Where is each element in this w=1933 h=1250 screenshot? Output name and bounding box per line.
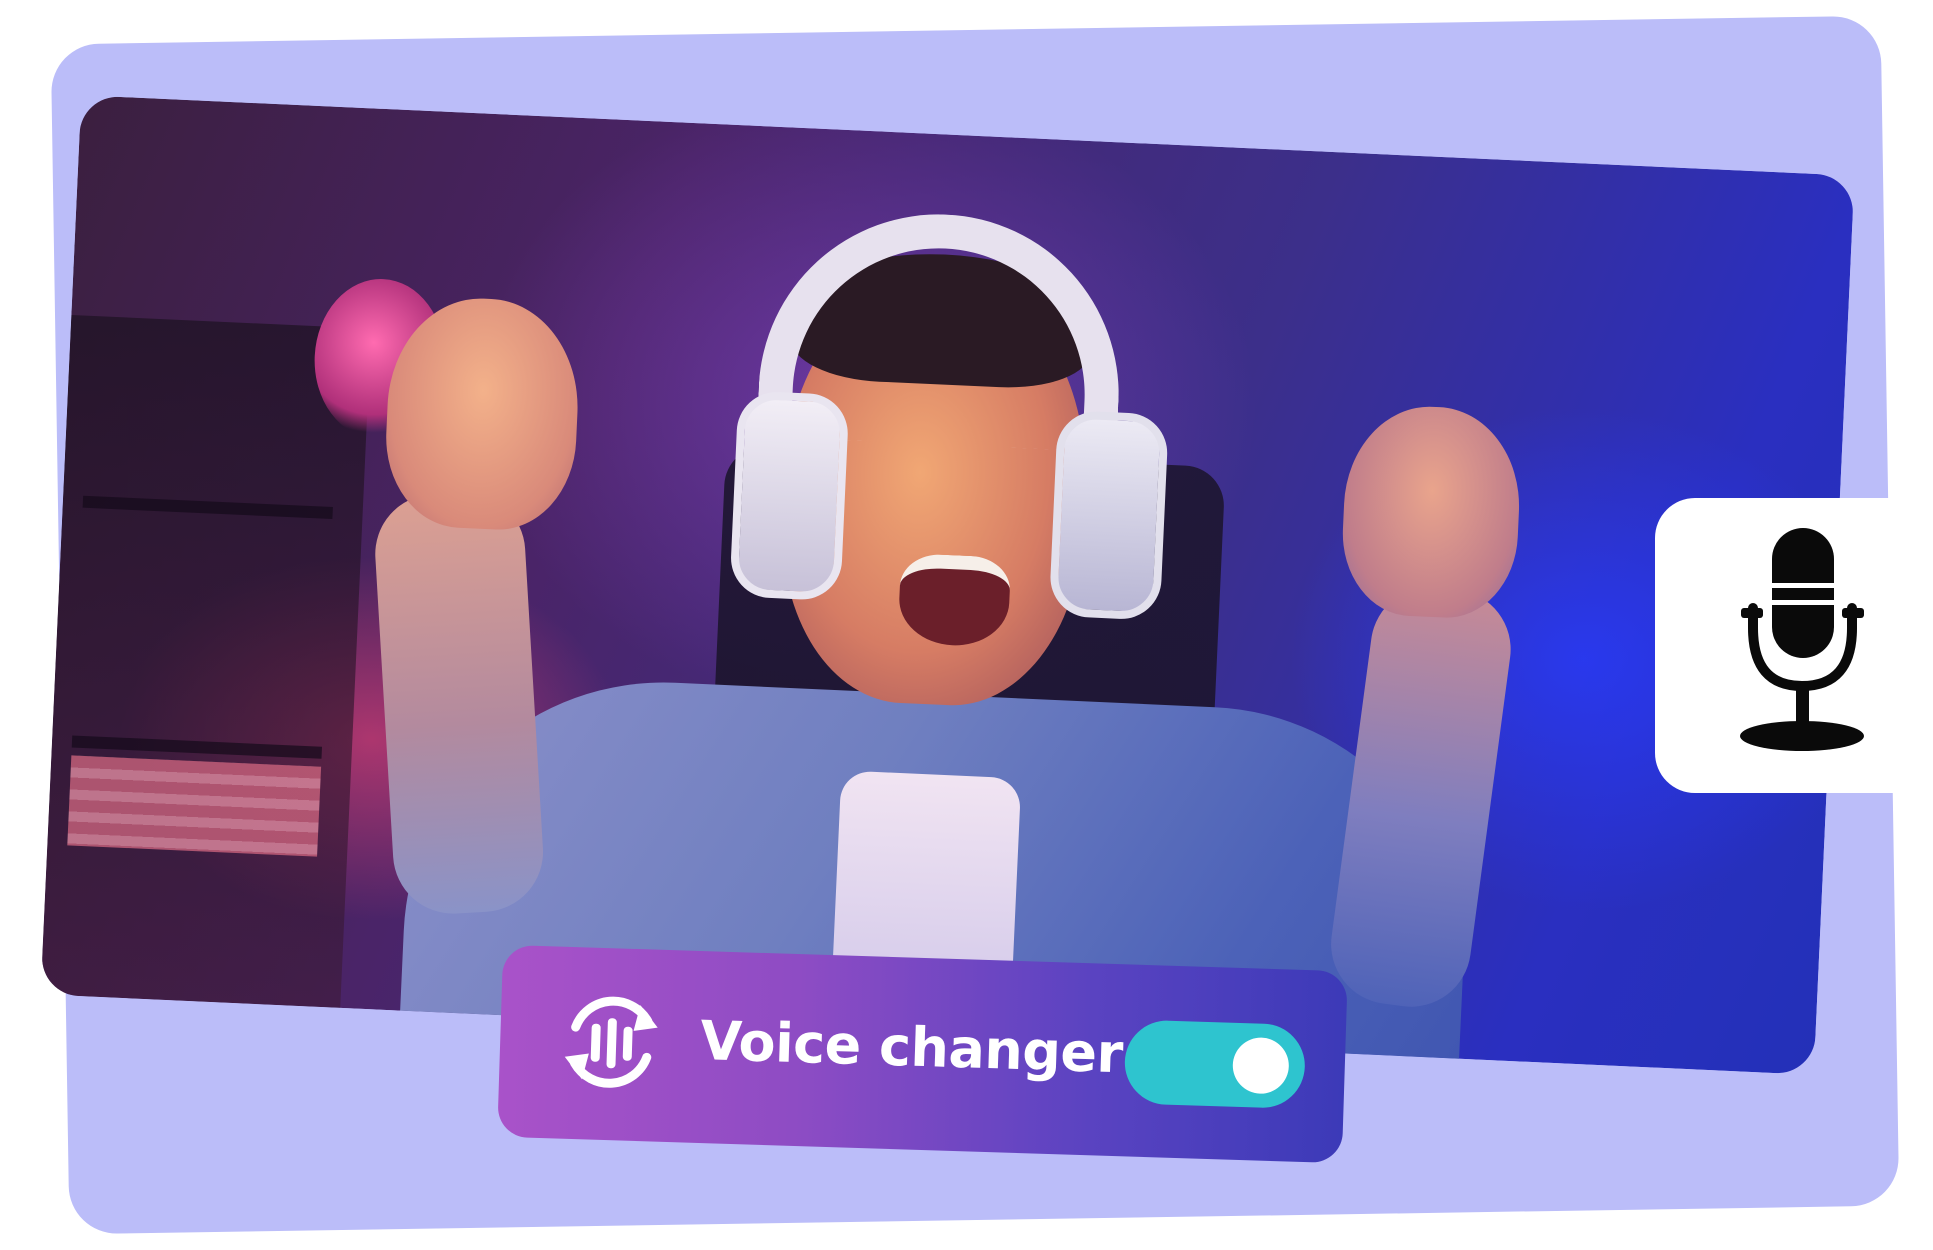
voice-changer-toggle[interactable] <box>1123 1019 1307 1109</box>
background-books <box>67 755 322 857</box>
voice-changer-pill[interactable]: Voice changer <box>497 944 1348 1164</box>
background-shelf <box>40 314 372 1008</box>
person-right-arm <box>1323 579 1519 1015</box>
waveform-cycle-icon <box>564 996 658 1088</box>
gamer-photo <box>40 95 1855 1075</box>
headset-left-earcup <box>729 390 850 602</box>
toggle-knob <box>1231 1036 1290 1095</box>
person-right-fist <box>1339 403 1524 621</box>
voice-changer-label: Voice changer <box>699 1009 1124 1086</box>
headset-right-earcup <box>1048 409 1169 621</box>
microphone-icon <box>1740 528 1864 751</box>
person-left-arm <box>371 488 547 918</box>
